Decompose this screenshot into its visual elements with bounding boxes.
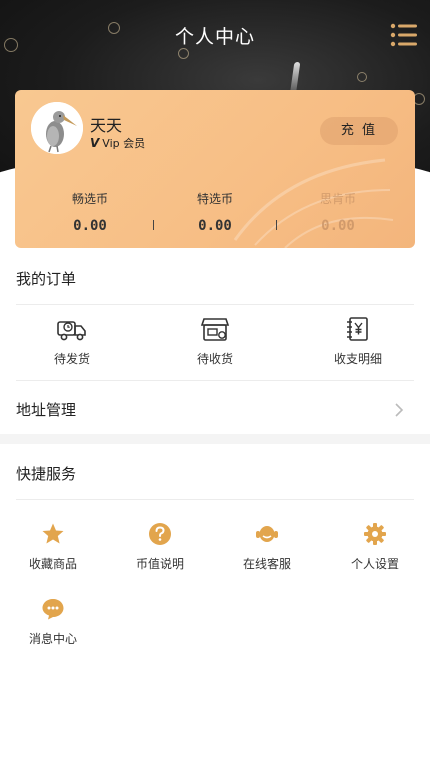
order-pending-shipment[interactable]: 待发货 [32, 316, 112, 367]
service-online-support[interactable]: 在线客服 [222, 522, 312, 572]
coin-value: 0.00 [198, 218, 232, 234]
vip-label: Vip 会员 [102, 137, 146, 150]
divider [16, 304, 414, 305]
recharge-button[interactable]: 充 值 [320, 117, 398, 145]
store-receive-icon [200, 318, 230, 341]
divider [16, 499, 414, 500]
coin-value: 0.00 [321, 218, 355, 234]
coin-changxuan[interactable]: 畅选币 0.00 [45, 190, 135, 234]
address-label: 地址管理 [16, 401, 77, 419]
coin-divider [276, 220, 277, 230]
service-favorites[interactable]: 收藏商品 [8, 522, 98, 572]
service-coin-info[interactable]: 币值说明 [115, 522, 205, 572]
service-label: 个人设置 [350, 557, 399, 571]
order-income-expense[interactable]: 收支明细 [318, 316, 398, 367]
service-label: 币值说明 [135, 557, 184, 571]
services-title: 快捷服务 [16, 465, 77, 483]
coin-value: 0.00 [73, 218, 107, 234]
service-label: 消息中心 [28, 632, 77, 646]
coin-label: 畅选币 [71, 192, 108, 206]
decor-bubble [357, 72, 367, 82]
gear-icon [364, 523, 386, 545]
avatar[interactable] [31, 102, 83, 154]
member-card: 天天 V Vip 会员 充 值 畅选币 0.00 特选币 0.00 思肯币 0.… [15, 90, 415, 248]
service-label: 在线客服 [242, 557, 291, 571]
divider [16, 380, 414, 381]
service-personal-settings[interactable]: 个人设置 [330, 522, 420, 572]
coin-label: 特选币 [196, 192, 233, 206]
address-management-row[interactable]: 地址管理 [0, 388, 430, 432]
order-label: 收支明细 [333, 352, 382, 366]
orders-title: 我的订单 [16, 270, 77, 288]
order-label: 待发货 [53, 352, 90, 366]
order-pending-receipt[interactable]: 待收货 [175, 316, 255, 367]
question-icon [149, 523, 171, 545]
coin-divider [153, 220, 154, 230]
chat-bubble-icon [42, 599, 64, 620]
service-label: 收藏商品 [28, 557, 77, 571]
truck-icon [57, 321, 86, 341]
customer-service-icon [256, 526, 278, 542]
user-name: 天天 [90, 116, 123, 135]
chevron-right-icon [395, 403, 404, 417]
decor-bubble [178, 48, 189, 59]
list-menu-icon[interactable] [390, 22, 418, 48]
page-title: 个人中心 [174, 26, 255, 48]
coin-siken[interactable]: 思肯币 0.00 [293, 190, 383, 234]
ledger-icon [347, 317, 368, 341]
vip-badge: V Vip 会员 [90, 135, 145, 151]
service-message-center[interactable]: 消息中心 [8, 597, 98, 647]
star-icon [42, 523, 64, 544]
section-separator [0, 434, 430, 444]
bird-avatar-icon [31, 102, 83, 154]
coin-texuan[interactable]: 特选币 0.00 [170, 190, 260, 234]
order-label: 待收货 [196, 352, 233, 366]
vip-logo-icon: V [90, 136, 100, 150]
coin-label: 思肯币 [319, 192, 356, 206]
